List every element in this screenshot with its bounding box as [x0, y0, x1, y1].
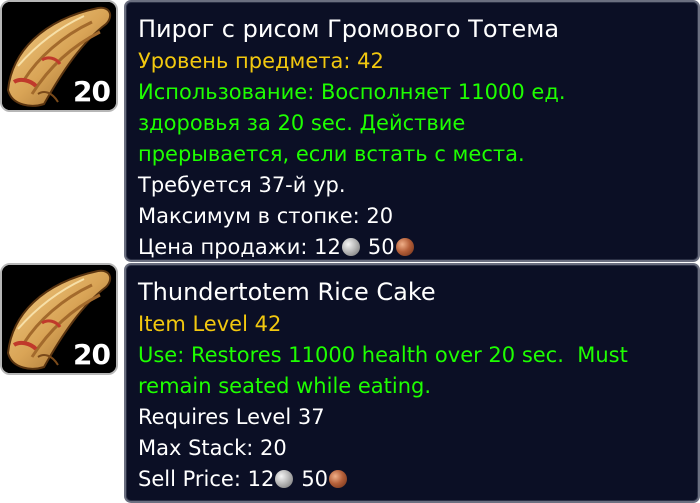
sell-price-label: Цена продажи:: [138, 235, 315, 259]
copper-coin-icon: [395, 238, 414, 256]
sell-price-silver: 12: [314, 235, 341, 259]
use-effect: Use: Restores 11000 health over 20 sec. …: [138, 343, 635, 398]
sell-price-label: Sell Price:: [138, 467, 248, 491]
copper-coin-icon: [329, 470, 348, 488]
item-level: Уровень предмета: 42: [138, 49, 384, 73]
stack-count: 20: [73, 75, 111, 108]
level-requirement: Требуется 37-й ур.: [138, 173, 346, 197]
item-entry-ru: 20 Пирог с рисом Громового Тотема Уровен…: [0, 0, 700, 262]
sell-price-silver: 12: [247, 467, 275, 491]
item-slot-ru[interactable]: 20: [0, 0, 118, 112]
item-name: Пирог с рисом Громового Тотема: [138, 15, 560, 43]
max-stack: Max Stack: 20: [138, 436, 287, 460]
item-tooltip-en: Thundertotem Rice Cake Item Level 42 Use…: [124, 263, 700, 503]
silver-coin-icon: [341, 238, 360, 256]
silver-coin-icon: [275, 470, 294, 488]
item-level: Item Level 42: [138, 312, 282, 336]
item-tooltip-ru: Пирог с рисом Громового Тотема Уровень п…: [124, 0, 700, 262]
item-name: Thundertotem Rice Cake: [138, 278, 436, 306]
level-requirement: Requires Level 37: [138, 405, 325, 429]
sell-price: Цена продажи: 12 50: [138, 232, 686, 263]
use-effect: Использование: Восполняет 11000 ед. здор…: [138, 80, 573, 166]
item-entry-en: 20 Thundertotem Rice Cake Item Level 42 …: [0, 263, 700, 503]
sell-price: Sell Price: 12 50: [138, 464, 686, 495]
stack-count: 20: [73, 338, 111, 371]
max-stack: Максимум в стопке: 20: [138, 204, 394, 228]
sell-price-copper: 50: [301, 467, 329, 491]
item-slot-en[interactable]: 20: [0, 263, 118, 375]
tooltip-comparison: 20 Пирог с рисом Громового Тотема Уровен…: [0, 0, 700, 503]
sell-price-copper: 50: [367, 235, 395, 259]
